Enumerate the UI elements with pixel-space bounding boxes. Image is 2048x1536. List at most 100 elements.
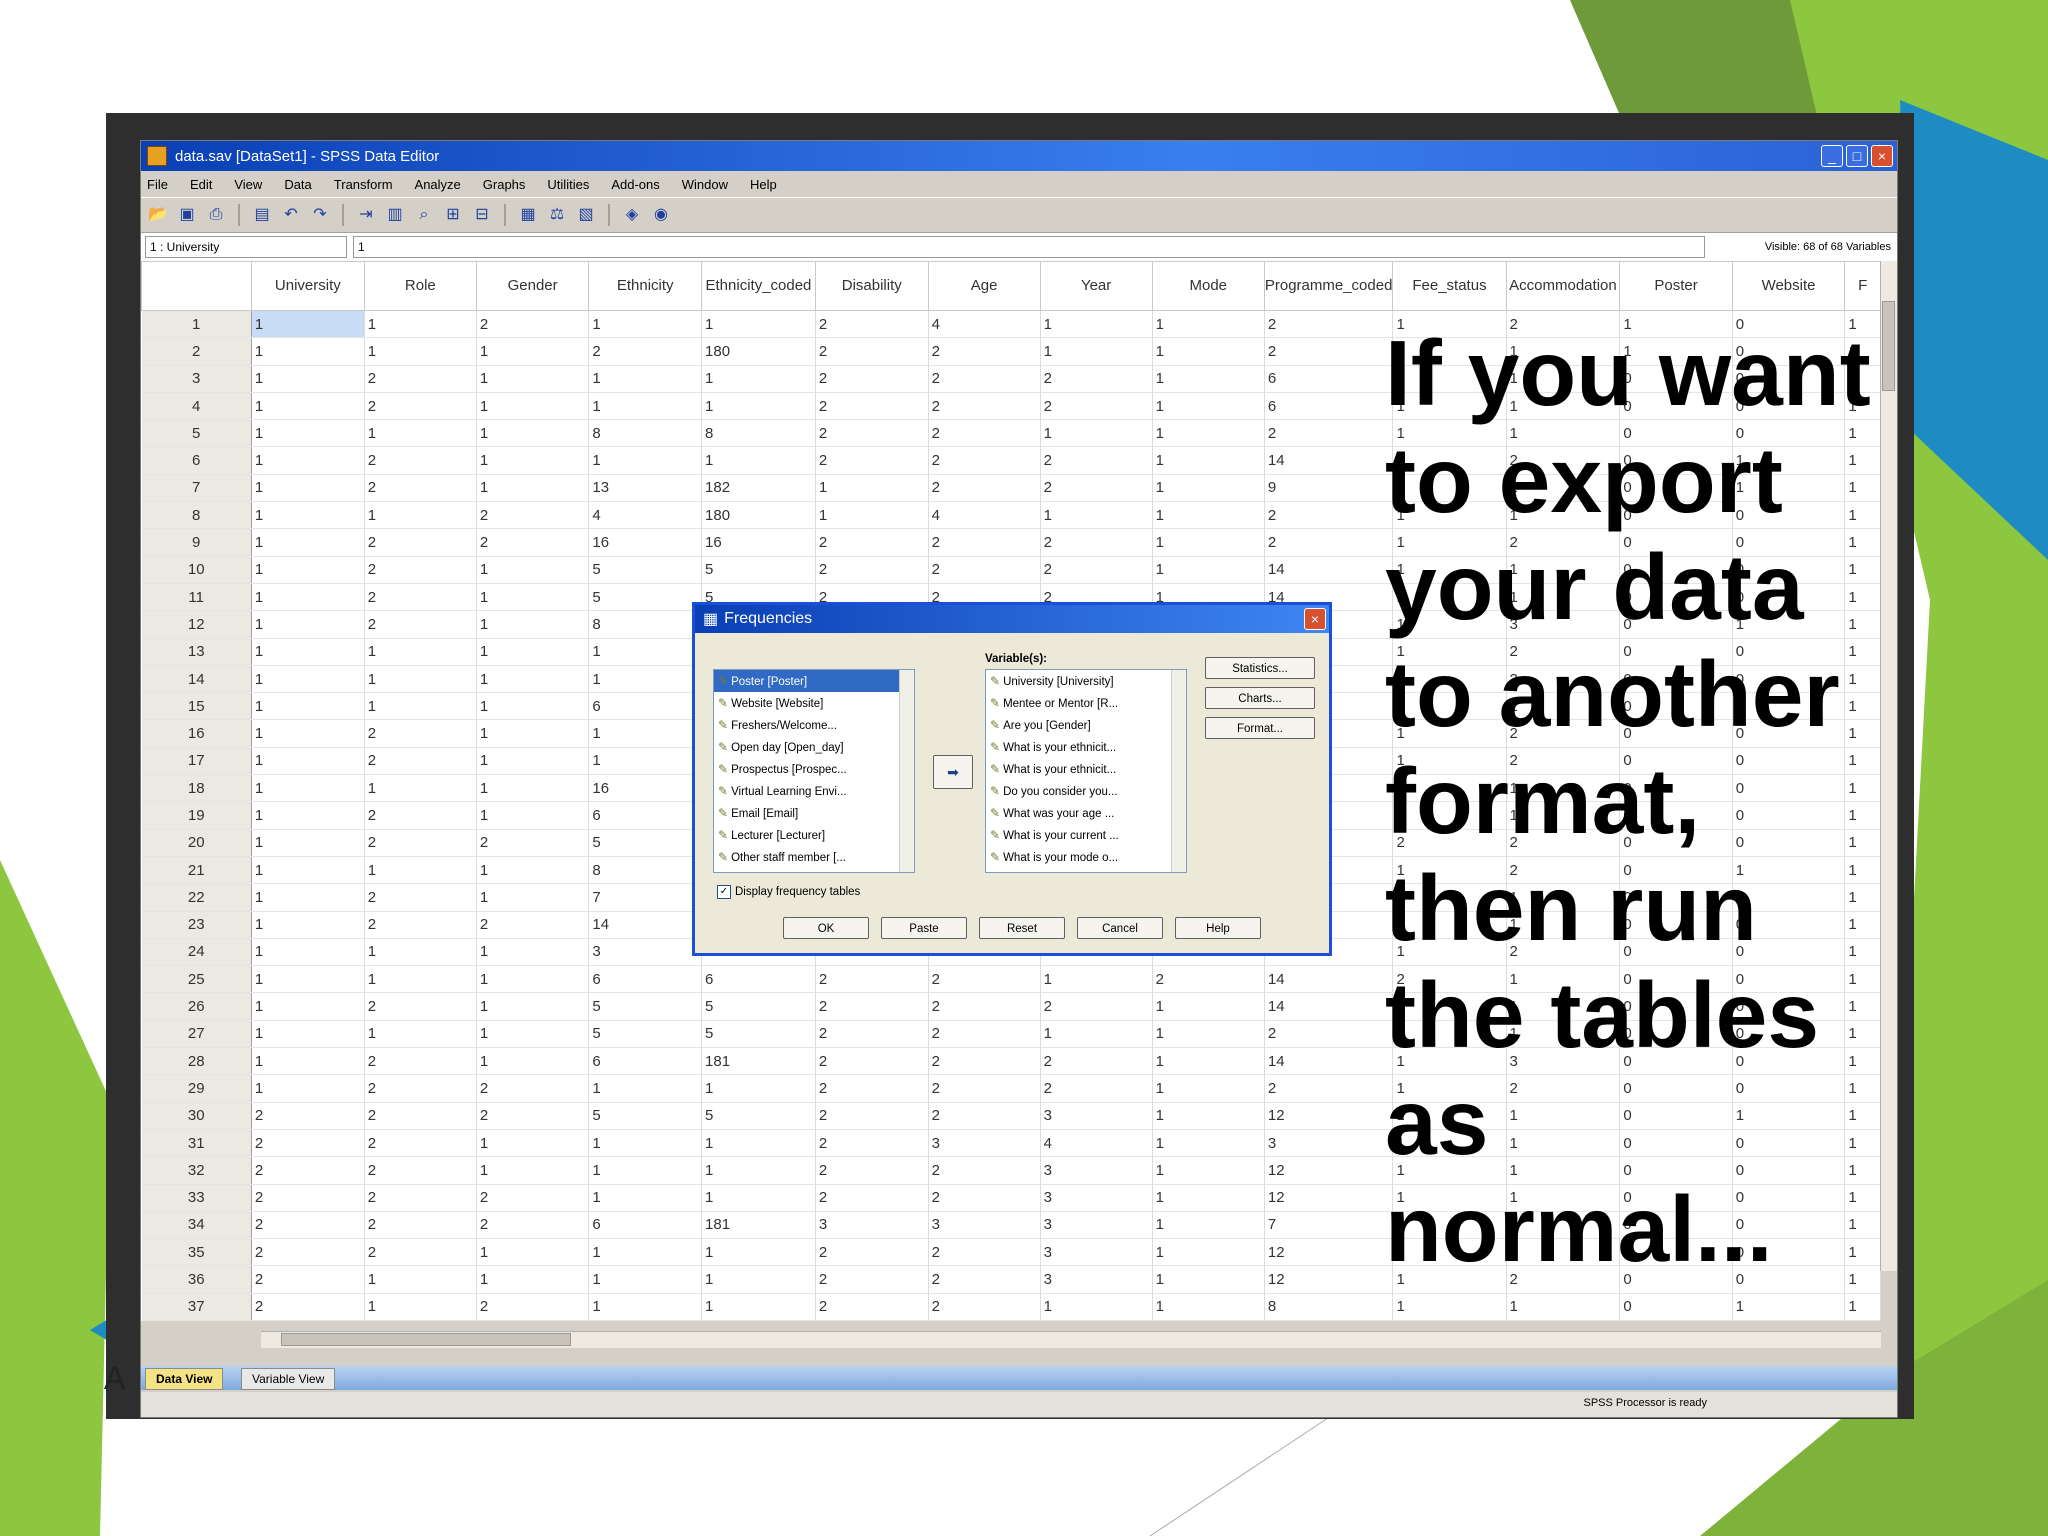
value-labels-icon[interactable]: ◈ [621, 204, 643, 226]
row-number[interactable]: 14 [141, 665, 252, 694]
data-cell[interactable]: 5 [701, 1102, 816, 1130]
data-cell[interactable]: 1 [1152, 474, 1265, 503]
data-cell[interactable]: 2 [364, 392, 477, 421]
menu-data[interactable]: Data [284, 177, 311, 192]
data-cell[interactable]: 1 [476, 1156, 590, 1185]
column-header[interactable]: Role [363, 261, 477, 311]
cell-value-input[interactable]: 1 [353, 236, 1705, 258]
data-cell[interactable]: 2 [476, 310, 590, 339]
data-cell[interactable]: 2 [1040, 1047, 1153, 1076]
data-cell[interactable]: 6 [588, 1047, 703, 1076]
data-cell[interactable]: 5 [588, 583, 703, 612]
data-cell[interactable]: 182 [701, 474, 816, 503]
data-cell[interactable]: 1 [476, 583, 590, 612]
data-cell[interactable]: 14 [588, 911, 703, 939]
data-cell[interactable]: 1 [588, 1293, 703, 1321]
data-cell[interactable]: 1 [364, 1265, 477, 1294]
data-cell[interactable]: 3 [1040, 1184, 1153, 1212]
data-cell[interactable]: 1 [251, 501, 365, 530]
data-cell[interactable]: 1 [1152, 1074, 1265, 1103]
data-cell[interactable]: 1 [476, 774, 590, 803]
data-cell[interactable]: 1 [476, 856, 590, 885]
data-cell[interactable]: 181 [701, 1047, 816, 1076]
row-number[interactable]: 18 [141, 774, 252, 803]
data-cell[interactable]: 5 [588, 556, 703, 584]
data-cell[interactable]: 2 [476, 1074, 590, 1103]
data-cell[interactable]: 2 [1040, 528, 1153, 557]
select-cases-icon[interactable]: ▧ [575, 204, 597, 226]
data-cell[interactable]: 3 [1264, 1129, 1394, 1158]
data-cell[interactable]: 2 [928, 528, 1041, 557]
data-cell[interactable]: 2 [928, 556, 1041, 584]
data-cell[interactable]: 2 [251, 1184, 365, 1212]
data-cell[interactable]: 8 [1264, 1293, 1394, 1321]
split-file-icon[interactable]: ▦ [517, 204, 539, 226]
data-cell[interactable]: 1 [588, 719, 703, 748]
cancel-button[interactable]: Cancel [1077, 917, 1163, 939]
data-cell[interactable]: 2 [815, 1020, 929, 1049]
data-cell[interactable]: 1 [251, 829, 365, 857]
data-cell[interactable]: 1 [588, 1238, 703, 1267]
data-cell[interactable]: 2 [364, 528, 477, 557]
data-cell[interactable]: 16 [588, 528, 703, 557]
data-cell[interactable]: 6 [1264, 365, 1394, 393]
data-cell[interactable]: 1 [364, 638, 477, 666]
data-cell[interactable]: 1 [251, 365, 365, 393]
menu-edit[interactable]: Edit [190, 177, 212, 192]
data-cell[interactable]: 2 [815, 1102, 929, 1130]
data-cell[interactable]: 6 [588, 965, 703, 994]
data-cell[interactable]: 2 [928, 1047, 1041, 1076]
data-cell[interactable]: 180 [701, 337, 816, 366]
data-cell[interactable]: 8 [588, 856, 703, 885]
data-cell[interactable]: 1 [251, 337, 365, 366]
data-cell[interactable]: 12 [1264, 1238, 1394, 1267]
list-item[interactable]: ✎ What was your age ... [986, 802, 1186, 824]
data-cell[interactable]: 2 [364, 829, 477, 857]
data-cell[interactable]: 2 [364, 1211, 477, 1240]
data-cell[interactable]: 1 [1152, 556, 1265, 584]
menu-file[interactable]: File [147, 177, 168, 192]
row-number[interactable]: 26 [141, 992, 252, 1021]
data-cell[interactable]: 1 [476, 965, 590, 994]
data-cell[interactable]: 1 [1040, 310, 1153, 339]
row-number[interactable]: 16 [141, 719, 252, 748]
data-cell[interactable]: 1 [251, 610, 365, 639]
data-cell[interactable]: 1 [701, 1238, 816, 1267]
data-cell[interactable]: 1 [1152, 501, 1265, 530]
data-cell[interactable]: 1 [364, 856, 477, 885]
data-cell[interactable]: 1 [251, 446, 365, 475]
data-cell[interactable]: 2 [928, 1265, 1041, 1294]
menu-graphs[interactable]: Graphs [483, 177, 526, 192]
data-cell[interactable]: 6 [701, 965, 816, 994]
data-cell[interactable]: 2 [364, 992, 477, 1021]
column-header[interactable]: Disability [814, 261, 929, 311]
row-number[interactable]: 31 [141, 1129, 252, 1158]
data-cell[interactable]: 2 [928, 419, 1041, 448]
data-cell[interactable]: 2 [364, 610, 477, 639]
ok-button[interactable]: OK [783, 917, 869, 939]
column-header[interactable]: Ethnicity_coded [701, 261, 816, 311]
row-number[interactable]: 29 [141, 1074, 252, 1103]
data-cell[interactable]: 1 [588, 365, 703, 393]
source-list-scrollbar[interactable] [899, 670, 914, 872]
list-item[interactable]: ✎ Mentee or Mentor [R... [986, 692, 1186, 714]
redo-icon[interactable]: ↷ [309, 204, 331, 226]
data-cell[interactable]: 14 [1264, 446, 1394, 475]
data-cell[interactable]: 2 [815, 1074, 929, 1103]
column-header[interactable]: Fee_status [1392, 261, 1507, 311]
data-cell[interactable]: 2 [364, 719, 477, 748]
data-cell[interactable]: 1 [588, 1129, 703, 1158]
data-cell[interactable]: 181 [701, 1211, 816, 1240]
row-number[interactable]: 2 [141, 337, 252, 366]
menu-window[interactable]: Window [682, 177, 728, 192]
data-cell[interactable]: 1 [1152, 337, 1265, 366]
data-cell[interactable]: 2 [928, 392, 1041, 421]
row-number[interactable]: 17 [141, 747, 252, 776]
data-cell[interactable]: 1 [251, 556, 365, 584]
data-cell[interactable]: 2 [364, 1129, 477, 1158]
row-number[interactable]: 35 [141, 1238, 252, 1267]
data-cell[interactable]: 2 [815, 1129, 929, 1158]
data-cell[interactable]: 1 [251, 1020, 365, 1049]
data-cell[interactable]: 1 [701, 1265, 816, 1294]
row-number[interactable]: 1 [141, 310, 252, 339]
